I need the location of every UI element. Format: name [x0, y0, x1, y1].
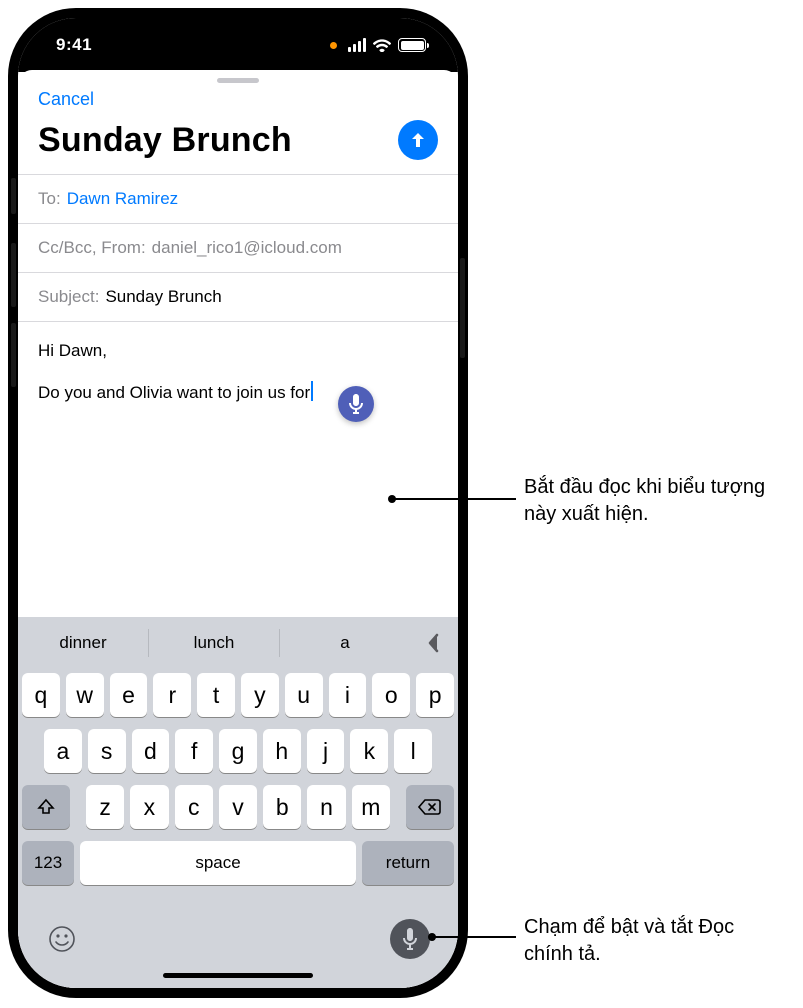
emoji-button[interactable]: [46, 923, 78, 955]
ccbcc-label: Cc/Bcc, From:: [38, 238, 146, 258]
send-button[interactable]: [398, 120, 438, 160]
shift-icon: [36, 797, 56, 817]
return-key[interactable]: return: [362, 841, 454, 885]
callout-text: Bắt đầu đọc khi biểu tượng này xuất hiện…: [524, 474, 794, 528]
key-j[interactable]: j: [307, 729, 345, 773]
key-m[interactable]: m: [352, 785, 390, 829]
side-button: [11, 178, 16, 214]
callout-line: [432, 936, 516, 938]
dictation-button[interactable]: [390, 919, 430, 959]
subject-value: Sunday Brunch: [105, 287, 221, 307]
suggestion[interactable]: lunch: [149, 619, 279, 667]
key-l[interactable]: l: [394, 729, 432, 773]
compose-sheet: Cancel Sunday Brunch To: Dawn Ramirez Cc…: [18, 70, 458, 988]
callout-line: [392, 498, 516, 500]
callout-text: Chạm để bật và tắt Đọc chính tả.: [524, 914, 784, 968]
key-k[interactable]: k: [350, 729, 388, 773]
status-time: 9:41: [56, 35, 92, 55]
chevron-left-icon: [428, 633, 440, 653]
message-body[interactable]: Hi Dawn, Do you and Olivia want to join …: [18, 322, 458, 617]
suggestion[interactable]: a: [280, 619, 410, 667]
side-button: [11, 243, 16, 307]
key-i[interactable]: i: [329, 673, 367, 717]
cellular-signal-icon: [348, 38, 367, 52]
key-s[interactable]: s: [88, 729, 126, 773]
microphone-icon: [402, 928, 418, 950]
key-h[interactable]: h: [263, 729, 301, 773]
key-f[interactable]: f: [175, 729, 213, 773]
arrow-up-icon: [408, 130, 428, 150]
side-button: [460, 258, 465, 358]
backspace-key[interactable]: [406, 785, 454, 829]
key-e[interactable]: e: [110, 673, 148, 717]
key-y[interactable]: y: [241, 673, 279, 717]
suggestion-collapse-button[interactable]: [410, 619, 458, 667]
phone-frame: 9:41 Cancel Sunday Brunch: [8, 8, 468, 998]
key-r[interactable]: r: [153, 673, 191, 717]
key-d[interactable]: d: [132, 729, 170, 773]
key-n[interactable]: n: [307, 785, 345, 829]
smiley-icon: [47, 924, 77, 954]
side-button: [11, 323, 16, 387]
status-right: [330, 38, 427, 52]
key-q[interactable]: q: [22, 673, 60, 717]
key-z[interactable]: z: [86, 785, 124, 829]
home-indicator[interactable]: [163, 973, 313, 978]
body-line: Hi Dawn,: [38, 340, 438, 363]
key-v[interactable]: v: [219, 785, 257, 829]
body-line: Do you and Olivia want to join us for: [38, 381, 438, 405]
key-t[interactable]: t: [197, 673, 235, 717]
suggestion-bar: dinner lunch a: [18, 619, 458, 667]
numbers-key[interactable]: 123: [22, 841, 74, 885]
to-label: To:: [38, 189, 61, 209]
microphone-icon: [348, 394, 364, 414]
subject-field[interactable]: Subject: Sunday Brunch: [18, 272, 458, 322]
key-b[interactable]: b: [263, 785, 301, 829]
status-bar: 9:41: [18, 18, 458, 72]
compose-title: Sunday Brunch: [38, 121, 292, 160]
keyboard: dinner lunch a qwertyuiop asdfghjkl: [18, 617, 458, 988]
key-a[interactable]: a: [44, 729, 82, 773]
subject-label: Subject:: [38, 287, 99, 307]
key-u[interactable]: u: [285, 673, 323, 717]
screen: 9:41 Cancel Sunday Brunch: [18, 18, 458, 988]
suggestion[interactable]: dinner: [18, 619, 148, 667]
key-g[interactable]: g: [219, 729, 257, 773]
from-value: daniel_rico1@icloud.com: [152, 238, 342, 258]
key-x[interactable]: x: [130, 785, 168, 829]
key-c[interactable]: c: [175, 785, 213, 829]
battery-icon: [398, 38, 426, 52]
cancel-button[interactable]: Cancel: [38, 89, 94, 110]
to-field[interactable]: To: Dawn Ramirez: [18, 174, 458, 223]
wifi-icon: [373, 39, 391, 52]
ccbcc-from-field[interactable]: Cc/Bcc, From: daniel_rico1@icloud.com: [18, 223, 458, 272]
mic-in-use-dot: [330, 42, 337, 49]
key-w[interactable]: w: [66, 673, 104, 717]
to-value: Dawn Ramirez: [67, 189, 178, 209]
shift-key[interactable]: [22, 785, 70, 829]
text-cursor: [311, 381, 313, 401]
space-key[interactable]: space: [80, 841, 356, 885]
dynamic-island: [177, 32, 299, 66]
backspace-icon: [418, 798, 442, 816]
dictation-indicator[interactable]: [338, 386, 374, 422]
key-p[interactable]: p: [416, 673, 454, 717]
key-o[interactable]: o: [372, 673, 410, 717]
